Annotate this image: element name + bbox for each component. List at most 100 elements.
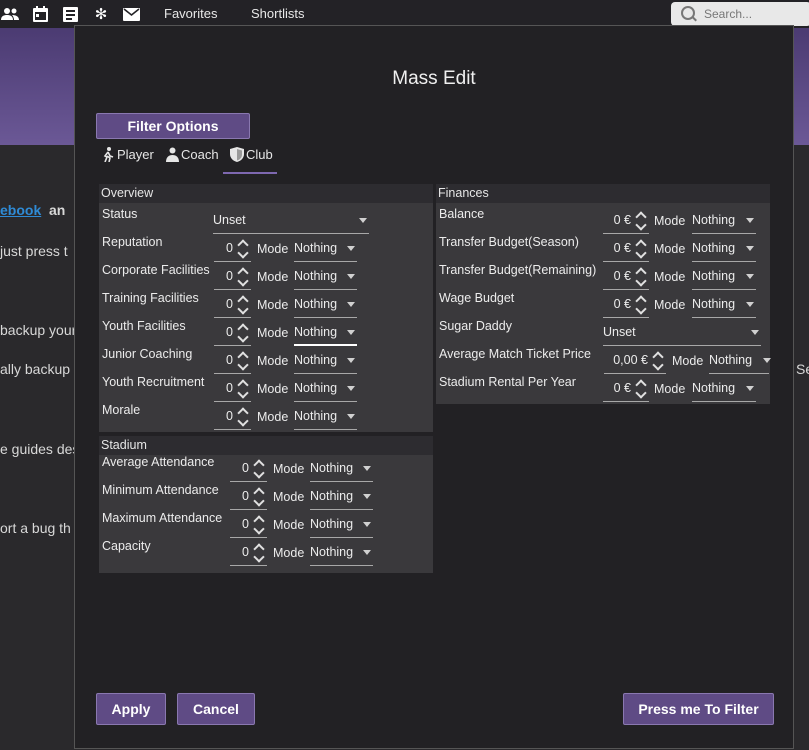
search-icon: [681, 6, 695, 20]
youth-facilities-value: 0: [226, 325, 233, 339]
stepper-arrows-icon[interactable]: [635, 377, 647, 399]
transfer-budget-season-mode-select[interactable]: Nothing: [692, 236, 756, 262]
shortlists-link[interactable]: Shortlists: [251, 6, 304, 21]
stepper-arrows-icon[interactable]: [635, 293, 647, 315]
average-attendance-input[interactable]: 0: [230, 456, 267, 482]
background-text-line: e guides des: [0, 441, 80, 457]
reputation-mode-select[interactable]: Nothing: [294, 236, 357, 262]
youth-facilities-input[interactable]: 0: [214, 320, 251, 346]
stepper-arrows-icon[interactable]: [635, 209, 647, 231]
morale-mode-select[interactable]: Nothing: [294, 404, 357, 430]
stepper-arrows-icon[interactable]: [237, 349, 249, 371]
stepper-arrows-icon[interactable]: [237, 377, 249, 399]
facebook-link[interactable]: ebook: [0, 202, 41, 218]
press-me-to-filter-button[interactable]: Press me To Filter: [623, 693, 774, 725]
minimum-attendance-mode-select[interactable]: Nothing: [310, 484, 373, 510]
corporate-facilities-mode-select[interactable]: Nothing: [294, 264, 357, 290]
youth-facilities-mode-select[interactable]: Nothing: [294, 320, 357, 346]
mode-label: Mode: [672, 354, 704, 368]
stepper-arrows-icon[interactable]: [237, 321, 249, 343]
mode-value: Nothing: [294, 381, 338, 395]
mode-value: Nothing: [294, 353, 338, 367]
training-facilities-input[interactable]: 0: [214, 292, 251, 318]
sugar-daddy-value: Unset: [603, 325, 636, 339]
wage-budget-value: 0 €: [613, 297, 631, 311]
stepper-arrows-icon[interactable]: [253, 513, 265, 535]
transfer-budget-season-input[interactable]: 0 €: [603, 236, 649, 262]
ticket-price-mode-select[interactable]: Nothing: [709, 348, 771, 374]
stadium-rental-label: Stadium Rental Per Year: [439, 375, 576, 389]
average-attendance-mode-select[interactable]: Nothing: [310, 456, 373, 482]
document-icon[interactable]: [61, 5, 79, 23]
maximum-attendance-mode-select[interactable]: Nothing: [310, 512, 373, 538]
mode-label: Mode: [273, 462, 305, 476]
stepper-arrows-icon[interactable]: [237, 265, 249, 287]
youth-facilities-label: Youth Facilities: [102, 319, 186, 333]
tab-coach[interactable]: Coach: [166, 147, 219, 162]
tab-club[interactable]: Club: [230, 147, 273, 162]
stepper-arrows-icon[interactable]: [652, 349, 664, 371]
coach-icon: [166, 147, 179, 162]
youth-recruitment-input[interactable]: 0: [214, 376, 251, 402]
wage-budget-input[interactable]: 0 €: [603, 292, 649, 318]
stepper-arrows-icon[interactable]: [237, 293, 249, 315]
calendar-icon[interactable]: [31, 5, 49, 23]
training-facilities-mode-select[interactable]: Nothing: [294, 292, 357, 318]
sugar-daddy-select[interactable]: Unset: [603, 320, 761, 346]
search-box[interactable]: Search...: [671, 2, 809, 26]
capacity-input[interactable]: 0: [230, 540, 267, 566]
youth-recruitment-value: 0: [226, 381, 233, 395]
tab-club-label: Club: [246, 147, 273, 162]
balance-input[interactable]: 0 €: [603, 208, 649, 234]
transfer-budget-remaining-input[interactable]: 0 €: [603, 264, 649, 290]
stepper-arrows-icon[interactable]: [237, 405, 249, 427]
mode-value: Nothing: [310, 517, 354, 531]
maximum-attendance-input[interactable]: 0: [230, 512, 267, 538]
transfer-budget-remaining-mode-select[interactable]: Nothing: [692, 264, 756, 290]
mail-icon[interactable]: [122, 5, 140, 23]
stepper-arrows-icon[interactable]: [635, 237, 647, 259]
stepper-arrows-icon[interactable]: [253, 541, 265, 563]
stepper-arrows-icon[interactable]: [253, 485, 265, 507]
apply-button[interactable]: Apply: [96, 693, 166, 725]
mode-label: Mode: [273, 518, 305, 532]
minimum-attendance-input[interactable]: 0: [230, 484, 267, 510]
filter-options-button[interactable]: Filter Options: [96, 113, 250, 139]
mode-value: Nothing: [294, 269, 338, 283]
stadium-rental-mode-select[interactable]: Nothing: [692, 376, 756, 402]
stepper-arrows-icon[interactable]: [253, 457, 265, 479]
cancel-button[interactable]: Cancel: [177, 693, 255, 725]
stepper-arrows-icon[interactable]: [237, 237, 249, 259]
chevron-down-icon: [347, 386, 355, 391]
status-select[interactable]: Unset: [213, 208, 369, 234]
people-icon[interactable]: [1, 5, 19, 23]
stadium-panel: Stadium Average Attendance 0 Mode Nothing Mi…: [99, 436, 433, 573]
corporate-facilities-input[interactable]: 0: [214, 264, 251, 290]
chevron-down-icon: [746, 246, 754, 251]
mode-label: Mode: [273, 546, 305, 560]
balance-value: 0 €: [613, 213, 631, 227]
wage-budget-mode-select[interactable]: Nothing: [692, 292, 756, 318]
balance-mode-select[interactable]: Nothing: [692, 208, 756, 234]
stepper-arrows-icon[interactable]: [635, 265, 647, 287]
mode-value: Nothing: [692, 381, 736, 395]
youth-recruitment-mode-select[interactable]: Nothing: [294, 376, 357, 402]
reputation-input[interactable]: 0: [214, 236, 251, 262]
morale-input[interactable]: 0: [214, 404, 251, 430]
background-text-line: ally backup: [0, 361, 71, 377]
favorites-link[interactable]: Favorites: [164, 6, 217, 21]
snowflake-icon[interactable]: ✻: [92, 5, 110, 23]
background-text-line: ort a bug th: [0, 520, 71, 536]
mode-value: Nothing: [310, 545, 354, 559]
finances-panel: Finances Balance 0 € Mode Nothing Transfer B…: [436, 184, 771, 404]
tab-player[interactable]: Player: [101, 147, 154, 162]
stadium-rental-input[interactable]: 0 €: [603, 376, 649, 402]
capacity-mode-select[interactable]: Nothing: [310, 540, 373, 566]
chevron-down-icon: [363, 550, 371, 555]
mode-value: Nothing: [294, 241, 338, 255]
junior-coaching-mode-select[interactable]: Nothing: [294, 348, 357, 374]
ticket-price-input[interactable]: 0,00 €: [604, 348, 666, 374]
junior-coaching-input[interactable]: 0: [214, 348, 251, 374]
mode-label: Mode: [257, 242, 289, 256]
maximum-attendance-label: Maximum Attendance: [102, 511, 223, 525]
